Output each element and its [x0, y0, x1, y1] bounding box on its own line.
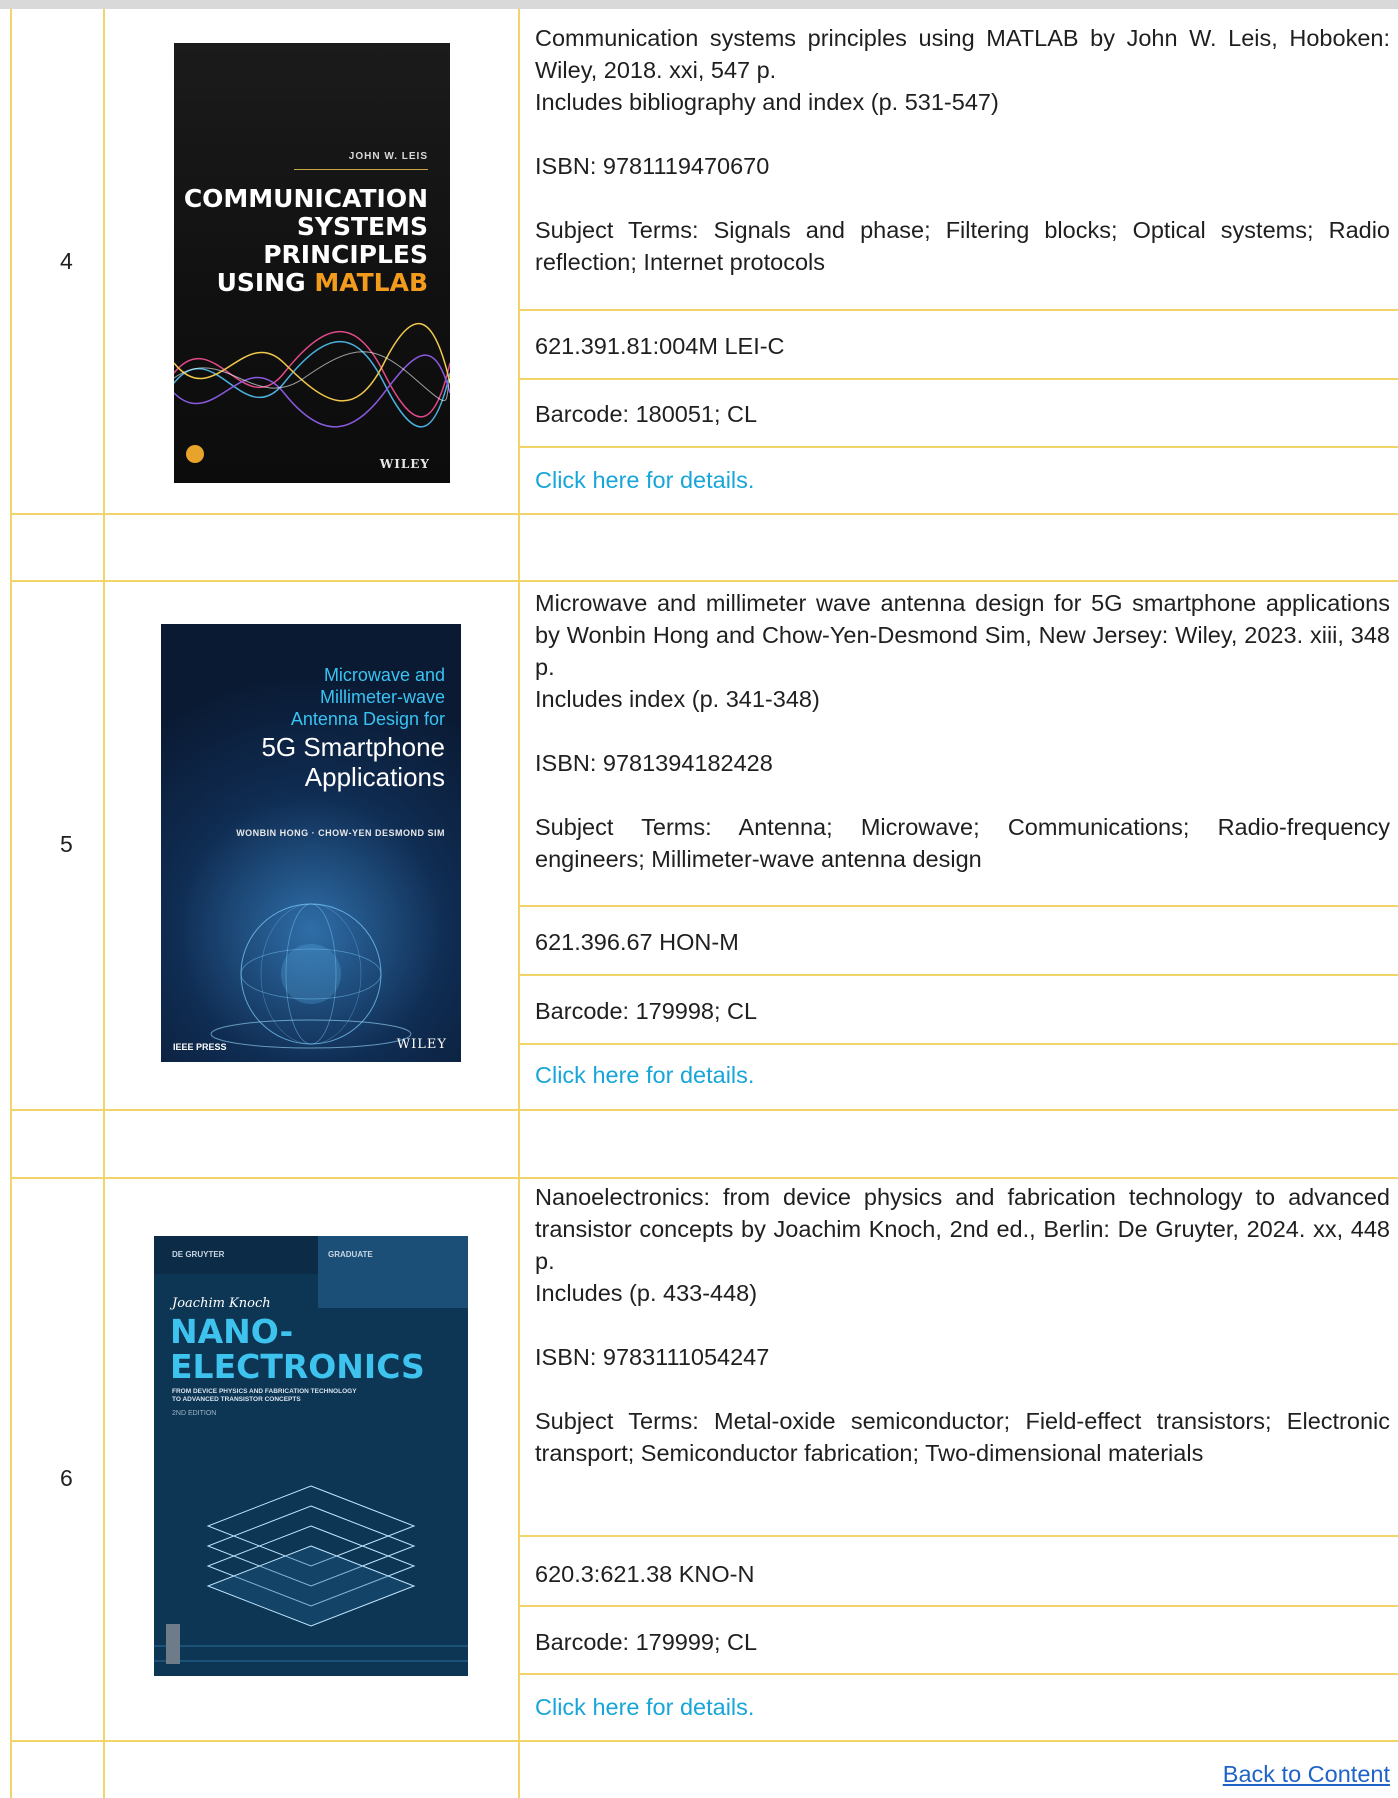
citation-text: Communication systems principles using M…: [535, 25, 1390, 83]
row-divider: [10, 513, 1398, 515]
row-divider: [10, 1740, 1398, 1742]
entry-number: 4: [60, 248, 73, 274]
entry-description: Nanoelectronics: from device physics and…: [535, 1181, 1390, 1469]
subject-terms: Subject Terms: Antenna; Microwave; Commu…: [535, 814, 1390, 872]
back-to-content-link[interactable]: Back to Content: [1223, 1761, 1390, 1788]
book-cover-communication-systems: JOHN W. LEIS COMMUNICATION SYSTEMS PRINC…: [174, 43, 450, 483]
details-link[interactable]: Click here for details.: [535, 467, 754, 494]
cover-series: GRADUATE: [328, 1250, 373, 1259]
row-divider: [520, 1605, 1398, 1607]
isbn: ISBN: 9781119470670: [535, 153, 770, 179]
details-link[interactable]: Click here for details.: [535, 1694, 754, 1721]
cover-badge-icon: [186, 445, 204, 463]
row-divider: [520, 378, 1398, 380]
barcode: Barcode: 180051; CL: [535, 401, 758, 427]
cover-author: JOHN W. LEIS: [348, 151, 428, 162]
details-link[interactable]: Click here for details.: [535, 1062, 754, 1089]
row-divider: [520, 1043, 1398, 1045]
cover-title-line: PRINCIPLES: [263, 240, 428, 269]
cover-subtitle-line: TO ADVANCED TRANSISTOR CONCEPTS: [172, 1396, 301, 1403]
globe-art: [210, 903, 412, 1049]
cover-authors: WONBIN HONG · CHOW-YEN DESMOND SIM: [236, 828, 445, 838]
citation-text: Microwave and millimeter wave antenna de…: [535, 590, 1390, 680]
barcode: Barcode: 179998; CL: [535, 998, 758, 1024]
cover-imprint: IEEE PRESS: [173, 1042, 227, 1052]
cover-title-word: USING: [216, 268, 315, 297]
waveform-art: [174, 322, 450, 428]
book-cover-5g-antenna: Microwave and Millimeter-wave Antenna De…: [161, 624, 461, 1062]
call-number: 620.3:621.38 KNO-N: [535, 1561, 755, 1587]
cover-edition: 2ND EDITION: [172, 1410, 217, 1417]
row-divider: [520, 1535, 1398, 1537]
cover-title-line: Applications: [304, 762, 445, 792]
table-border-col2: [518, 9, 520, 1798]
cover-title: COMMUNICATION SYSTEMS PRINCIPLES USING M…: [184, 185, 428, 297]
entry-number: 5: [60, 831, 73, 857]
cover-subtitle: Microwave and Millimeter-wave Antenna De…: [291, 664, 445, 730]
cover-author: Joachim Knoch: [172, 1296, 271, 1311]
publisher-logo-icon: [166, 1624, 180, 1664]
cover-subtitle-line: Antenna Design for: [290, 709, 445, 729]
cover-title: 5G Smartphone Applications: [261, 732, 445, 792]
cover-title-line: ELECTRONICS: [170, 1347, 425, 1386]
includes-note: Includes index (p. 341-348): [535, 686, 820, 712]
includes-note: Includes bibliography and index (p. 531-…: [535, 89, 999, 115]
row-divider: [10, 1109, 1398, 1111]
cover-top-block: [318, 1236, 468, 1308]
row-divider: [520, 446, 1398, 448]
cover-publisher: WILEY: [379, 457, 430, 471]
row-divider: [10, 1177, 1398, 1179]
row-divider: [520, 1673, 1398, 1675]
includes-note: Includes (p. 433-448): [535, 1280, 758, 1306]
isbn: ISBN: 9781394182428: [535, 750, 773, 776]
citation-text: Nanoelectronics: from device physics and…: [535, 1184, 1390, 1274]
cover-title-line: NANO-: [170, 1312, 294, 1351]
cover-title-line: COMMUNICATION: [183, 184, 428, 213]
cover-title-line: 5G Smartphone: [261, 732, 445, 762]
barcode: Barcode: 179999; CL: [535, 1629, 758, 1655]
top-border-bar: [0, 0, 1398, 9]
cover-title-highlight: MATLAB: [314, 268, 428, 297]
isbn: ISBN: 9783111054247: [535, 1344, 770, 1370]
call-number: 621.396.67 HON-M: [535, 929, 739, 955]
table-border-left: [10, 9, 12, 1798]
cover-title-line: USING MATLAB: [184, 269, 428, 297]
cover-subtitle: FROM DEVICE PHYSICS AND FABRICATION TECH…: [172, 1388, 357, 1404]
table-border-col1: [103, 9, 105, 1798]
call-number: 621.391.81:004M LEI-C: [535, 333, 785, 359]
cover-title: NANO- ELECTRONICS: [170, 1314, 425, 1384]
row-divider: [520, 905, 1398, 907]
cover-publisher: DE GRUYTER: [172, 1250, 225, 1259]
chip-layers-art: [154, 1485, 468, 1662]
row-divider: [520, 309, 1398, 311]
cover-title-line: SYSTEMS: [296, 212, 428, 241]
row-divider: [520, 974, 1398, 976]
cover-subtitle-line: FROM DEVICE PHYSICS AND FABRICATION TECH…: [172, 1388, 357, 1395]
cover-publisher: WILEY: [396, 1037, 447, 1052]
entry-number: 6: [60, 1465, 73, 1491]
book-cover-nanoelectronics: DE GRUYTER GRADUATE Joachim Knoch NANO- …: [154, 1236, 468, 1676]
cover-rule: [294, 169, 428, 170]
cover-subtitle-line: Millimeter-wave: [319, 687, 445, 707]
subject-terms: Subject Terms: Signals and phase; Filter…: [535, 217, 1390, 275]
cover-subtitle-line: Microwave and: [323, 665, 445, 685]
row-divider: [10, 580, 1398, 582]
entry-description: Microwave and millimeter wave antenna de…: [535, 587, 1390, 875]
subject-terms: Subject Terms: Metal-oxide semiconductor…: [535, 1408, 1390, 1466]
entry-description: Communication systems principles using M…: [535, 22, 1390, 278]
